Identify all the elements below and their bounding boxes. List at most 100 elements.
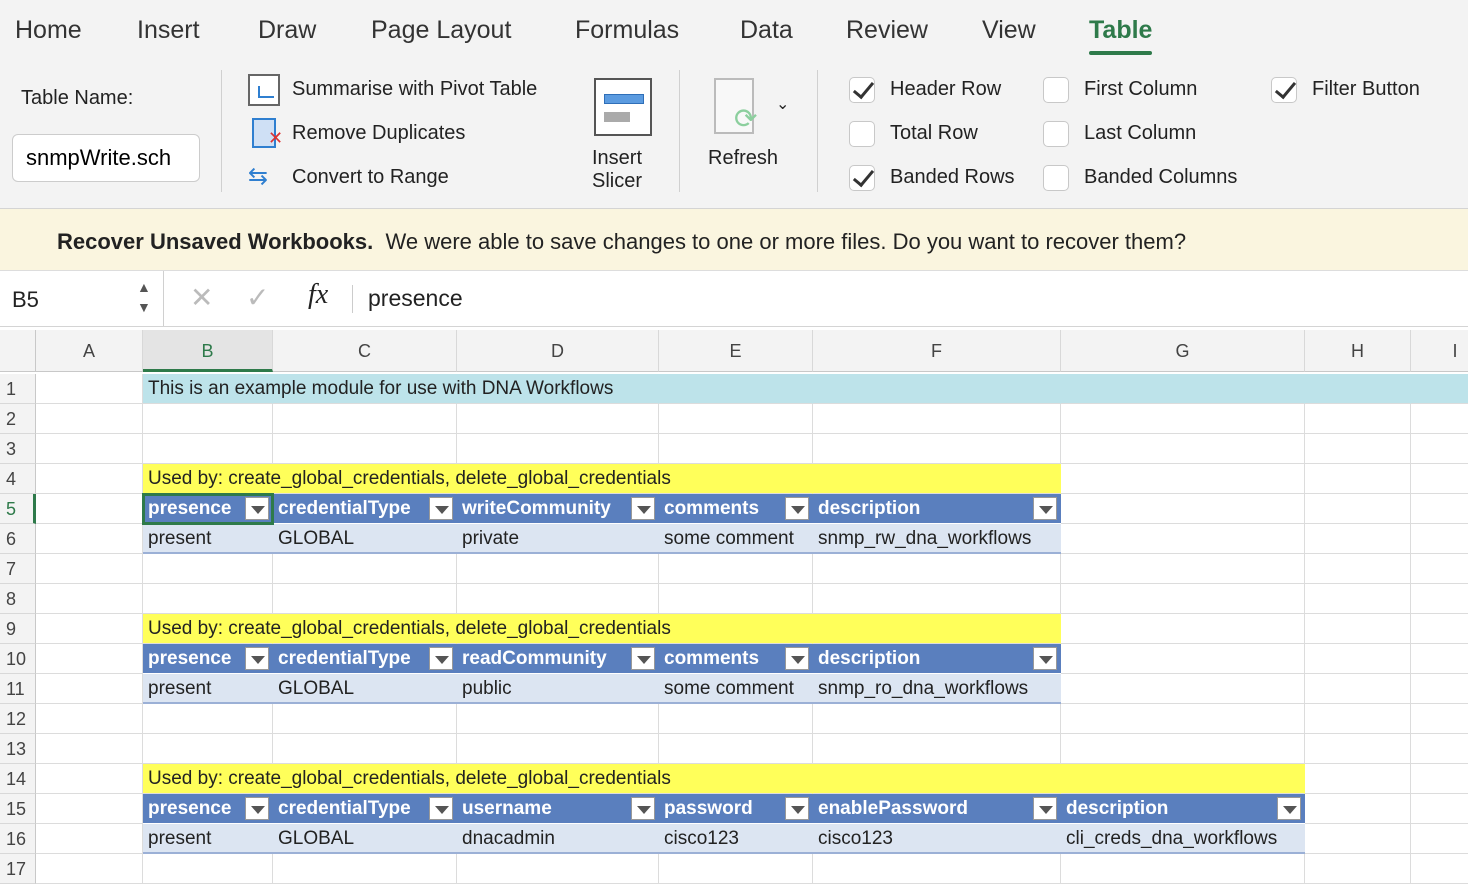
cell-h14[interactable] xyxy=(1305,764,1411,794)
cell-g15[interactable]: description xyxy=(1061,794,1305,824)
table-name-input[interactable] xyxy=(12,134,200,182)
filter-dropdown-icon[interactable] xyxy=(785,797,809,820)
cell-f9[interactable] xyxy=(813,614,1061,644)
header-row-checkbox[interactable] xyxy=(849,77,875,103)
row-header-3[interactable]: 3 xyxy=(0,434,36,464)
cell-i4[interactable] xyxy=(1411,464,1468,494)
name-box[interactable]: B5 xyxy=(12,287,39,313)
cell-g8[interactable] xyxy=(1061,584,1305,614)
cell-c6[interactable]: GLOBAL xyxy=(273,524,457,554)
cell-b15[interactable]: presence xyxy=(143,794,273,824)
cell-g12[interactable] xyxy=(1061,704,1305,734)
cell-b9[interactable]: Used by: create_global_credentials, dele… xyxy=(143,614,671,644)
cell-i8[interactable] xyxy=(1411,584,1468,614)
cell-c10[interactable]: credentialType xyxy=(273,644,457,674)
cell-g11[interactable] xyxy=(1061,674,1305,704)
cell-b8[interactable] xyxy=(143,584,273,614)
cell-i5[interactable] xyxy=(1411,494,1468,524)
cell-g5[interactable] xyxy=(1061,494,1305,524)
cell-b11[interactable]: present xyxy=(143,674,273,704)
cell-g7[interactable] xyxy=(1061,554,1305,584)
tab-formulas[interactable]: Formulas xyxy=(575,16,679,45)
filter-dropdown-icon[interactable] xyxy=(785,497,809,520)
cell-d10[interactable]: readCommunity xyxy=(457,644,659,674)
cell-d8[interactable] xyxy=(457,584,659,614)
cell-b4[interactable]: Used by: create_global_credentials, dele… xyxy=(143,464,671,494)
column-header-d[interactable]: D xyxy=(457,330,659,372)
cell-i2[interactable] xyxy=(1411,404,1468,434)
cell-h8[interactable] xyxy=(1305,584,1411,614)
cell-h15[interactable] xyxy=(1305,794,1411,824)
cell-a12[interactable] xyxy=(36,704,143,734)
cell-g1[interactable] xyxy=(1061,374,1305,404)
cell-g16[interactable]: cli_creds_dna_workflows xyxy=(1061,824,1305,854)
cell-d13[interactable] xyxy=(457,734,659,764)
first-column-checkbox[interactable] xyxy=(1043,77,1069,103)
refresh-button[interactable]: Refresh xyxy=(708,147,778,170)
cell-a16[interactable] xyxy=(36,824,143,854)
cell-e17[interactable] xyxy=(659,854,813,884)
tab-review[interactable]: Review xyxy=(846,16,928,45)
column-header-g[interactable]: G xyxy=(1061,330,1305,372)
filter-dropdown-icon[interactable] xyxy=(429,647,453,670)
cell-a4[interactable] xyxy=(36,464,143,494)
column-header-f[interactable]: F xyxy=(813,330,1061,372)
cell-d11[interactable]: public xyxy=(457,674,659,704)
column-header-c[interactable]: C xyxy=(273,330,457,372)
cell-g13[interactable] xyxy=(1061,734,1305,764)
filter-dropdown-icon[interactable] xyxy=(1033,497,1057,520)
filter-dropdown-icon[interactable] xyxy=(631,647,655,670)
cell-a2[interactable] xyxy=(36,404,143,434)
cell-c13[interactable] xyxy=(273,734,457,764)
row-header-15[interactable]: 15 xyxy=(0,794,36,824)
tab-data[interactable]: Data xyxy=(740,16,793,45)
cancel-icon[interactable]: ✕ xyxy=(190,281,213,314)
cell-c16[interactable]: GLOBAL xyxy=(273,824,457,854)
cell-e9[interactable] xyxy=(659,614,813,644)
cell-b14[interactable]: Used by: create_global_credentials, dele… xyxy=(143,764,671,794)
filter-button-checkbox[interactable] xyxy=(1271,77,1297,103)
cell-h5[interactable] xyxy=(1305,494,1411,524)
row-header-9[interactable]: 9 xyxy=(0,614,36,644)
summarise-pivot-button[interactable]: Summarise with Pivot Table xyxy=(292,78,537,101)
cell-i17[interactable] xyxy=(1411,854,1468,884)
cell-h16[interactable] xyxy=(1305,824,1411,854)
cell-f15[interactable]: enablePassword xyxy=(813,794,1061,824)
cell-g4[interactable] xyxy=(1061,464,1305,494)
cell-c15[interactable]: credentialType xyxy=(273,794,457,824)
filter-dropdown-icon[interactable] xyxy=(631,797,655,820)
cell-f8[interactable] xyxy=(813,584,1061,614)
column-header-h[interactable]: H xyxy=(1305,330,1411,372)
cell-h9[interactable] xyxy=(1305,614,1411,644)
cell-f11[interactable]: snmp_ro_dna_workflows xyxy=(813,674,1061,704)
cell-b12[interactable] xyxy=(143,704,273,734)
formula-input[interactable]: presence xyxy=(368,285,463,312)
cell-d17[interactable] xyxy=(457,854,659,884)
cell-h6[interactable] xyxy=(1305,524,1411,554)
cell-d16[interactable]: dnacadmin xyxy=(457,824,659,854)
cell-i10[interactable] xyxy=(1411,644,1468,674)
cell-c2[interactable] xyxy=(273,404,457,434)
cell-d15[interactable]: username xyxy=(457,794,659,824)
cell-a10[interactable] xyxy=(36,644,143,674)
cell-d6[interactable]: private xyxy=(457,524,659,554)
cell-e11[interactable]: some comment xyxy=(659,674,813,704)
row-header-7[interactable]: 7 xyxy=(0,554,36,584)
cell-i12[interactable] xyxy=(1411,704,1468,734)
cell-f13[interactable] xyxy=(813,734,1061,764)
cell-f16[interactable]: cisco123 xyxy=(813,824,1061,854)
cell-a8[interactable] xyxy=(36,584,143,614)
row-header-14[interactable]: 14 xyxy=(0,764,36,794)
cell-d3[interactable] xyxy=(457,434,659,464)
row-header-2[interactable]: 2 xyxy=(0,404,36,434)
cell-h13[interactable] xyxy=(1305,734,1411,764)
cell-b13[interactable] xyxy=(143,734,273,764)
convert-to-range-button[interactable]: Convert to Range xyxy=(292,166,449,189)
filter-dropdown-icon[interactable] xyxy=(245,647,269,670)
cell-e4[interactable] xyxy=(659,464,813,494)
column-header-i[interactable]: I xyxy=(1411,330,1468,372)
cell-b7[interactable] xyxy=(143,554,273,584)
last-column-checkbox[interactable] xyxy=(1043,121,1069,147)
cell-e13[interactable] xyxy=(659,734,813,764)
filter-dropdown-icon[interactable] xyxy=(1033,647,1057,670)
